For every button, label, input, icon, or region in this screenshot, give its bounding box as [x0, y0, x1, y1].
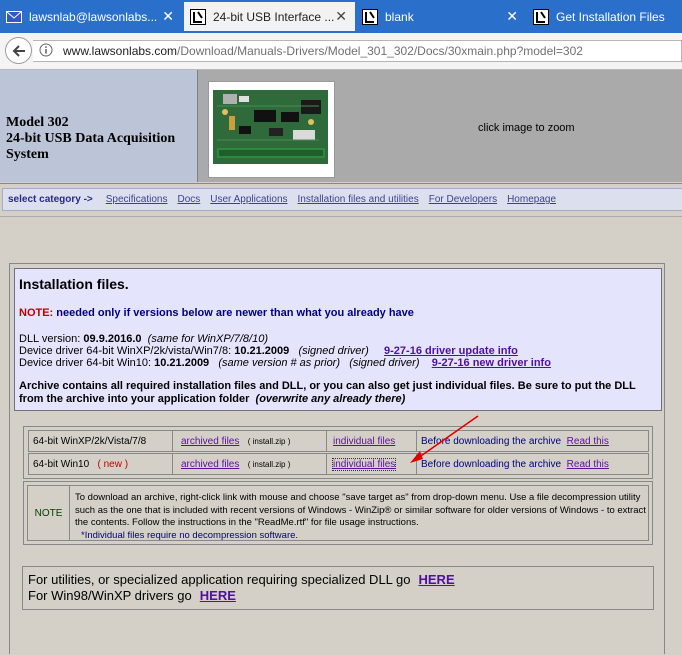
info-icon[interactable] [39, 43, 53, 60]
note-label: NOTE [28, 486, 70, 540]
archived-files-link[interactable]: archived files [181, 436, 239, 447]
close-icon[interactable]: ✕ [506, 8, 518, 25]
navigation-bar: www.lawsonlabs.com/Download/Manuals-Driv… [0, 33, 682, 70]
note-text: needed only if versions below are newer … [56, 307, 414, 319]
os-cell: 64-bit WinXP/2k/Vista/7/8 [29, 431, 173, 451]
os-cell: 64-bit Win10 ( new ) [29, 454, 173, 474]
individual-files-link[interactable]: individual files [333, 436, 395, 447]
utilities-line: For utilities, or specialized applicatio… [28, 572, 455, 587]
archive-cell: archived files ( install.zip ) [173, 431, 327, 451]
install-note: NOTE: needed only if versions below are … [19, 307, 414, 319]
category-nav-bar: select category -> Specifications Docs U… [2, 188, 682, 211]
tab-label: lawsnlab@lawsonlabs... [29, 9, 158, 24]
tab-label: Get Installation Files [556, 9, 665, 24]
mail-icon [6, 9, 22, 25]
close-icon[interactable]: ✕ [335, 8, 347, 25]
nav-link-homepage[interactable]: Homepage [507, 194, 556, 205]
back-button[interactable] [5, 37, 32, 64]
driver-update-info-link[interactable]: 9-27-16 driver update info [384, 345, 518, 357]
section-heading: Installation files. [19, 276, 129, 292]
model-title-block: Model 302 24-bit USB Data Acquisition Sy… [0, 70, 198, 182]
select-category-label: select category -> [8, 194, 93, 205]
individual-files-link[interactable]: individual files [331, 457, 397, 471]
individual-cell: individual files [327, 431, 417, 451]
note-label: NOTE: [19, 307, 54, 319]
driver2-version: 10.21.2009 [154, 357, 210, 369]
url-host: www.lawsonlabs.com [63, 44, 178, 58]
product-photo[interactable] [208, 81, 335, 178]
before-cell: Before downloading the archive Read this [421, 435, 609, 447]
archive-description: Archive contains all required installati… [19, 380, 636, 405]
nav-link-user-applications[interactable]: User Applications [210, 194, 287, 205]
tab-installation-files[interactable]: Get Installation Files [527, 2, 682, 31]
lawson-icon [190, 8, 206, 25]
tab-label: blank [385, 9, 414, 24]
tab-usb-interface[interactable]: 24-bit USB Interface ... ✕ [184, 2, 355, 31]
url-path: /Download/Manuals-Drivers/Model_301_302/… [177, 44, 583, 58]
read-this-link[interactable]: Read this [567, 459, 609, 470]
table-row: 64-bit WinXP/2k/Vista/7/8 archived files… [28, 430, 649, 452]
new-badge: ( new ) [97, 458, 129, 470]
nav-link-installation-files[interactable]: Installation files and utilities [298, 194, 419, 205]
page-header: Model 302 24-bit USB Data Acquisition Sy… [0, 70, 682, 182]
zoom-hint: click image to zoom [478, 122, 575, 134]
close-icon[interactable]: ✕ [162, 8, 174, 25]
tab-label: 24-bit USB Interface ... [213, 9, 335, 24]
individual-cell: individual files [327, 454, 417, 474]
dll-version: 09.9.2016.0 [83, 333, 142, 345]
tab-mail[interactable]: lawsnlab@lawsonlabs... ✕ [0, 2, 182, 31]
category-nav: select category -> Specifications Docs U… [0, 183, 682, 216]
download-note-box: NOTE To download an archive, right-click… [23, 481, 653, 545]
nav-link-for-developers[interactable]: For Developers [429, 194, 497, 205]
nav-link-specifications[interactable]: Specifications [106, 194, 168, 205]
downloads-table: 64-bit WinXP/2k/Vista/7/8 archived files… [23, 426, 653, 479]
archive-cell: archived files ( install.zip ) [173, 454, 327, 474]
read-this-link[interactable]: Read this [567, 436, 609, 447]
model-subtitle-2: System [6, 147, 49, 162]
note-text: To download an archive, right-click link… [75, 492, 646, 541]
legacy-drivers-here-link[interactable]: HERE [200, 588, 236, 603]
driver2-line: Device driver 64-bit Win10: 10.21.2009 (… [19, 357, 551, 369]
utilities-here-link[interactable]: HERE [419, 572, 455, 587]
note-footnote: *Individual files require no decompressi… [81, 529, 299, 541]
model-subtitle: 24-bit USB Data Acquisition [6, 131, 176, 146]
tab-bar: lawsnlab@lawsonlabs... ✕ 24-bit USB Inte… [0, 0, 682, 33]
lawson-icon [533, 8, 549, 25]
legacy-drivers-line: For Win98/WinXP drivers go HERE [28, 588, 236, 603]
url-field[interactable]: www.lawsonlabs.com/Download/Manuals-Driv… [33, 40, 682, 62]
before-cell: Before downloading the archive Read this [421, 458, 609, 470]
utilities-box: For utilities, or specialized applicatio… [22, 566, 654, 610]
back-arrow-icon [12, 44, 25, 57]
driver1-version: 10.21.2009 [234, 345, 290, 357]
model-number: Model 302 [6, 115, 69, 130]
table-row: 64-bit Win10 ( new ) archived files ( in… [28, 453, 649, 475]
lawson-icon [362, 8, 378, 25]
new-driver-info-link[interactable]: 9-27-16 new driver info [432, 357, 551, 369]
archived-files-link[interactable]: archived files [181, 459, 239, 470]
driver1-line: Device driver 64-bit WinXP/2k/vista/Win7… [19, 345, 518, 357]
tab-blank[interactable]: blank ✕ [356, 2, 526, 31]
nav-link-docs[interactable]: Docs [177, 194, 200, 205]
dll-version-line: DLL version: 09.9.2016.0 (same for WinXP… [19, 333, 268, 345]
installation-info-box: Installation files. NOTE: needed only if… [14, 268, 662, 411]
